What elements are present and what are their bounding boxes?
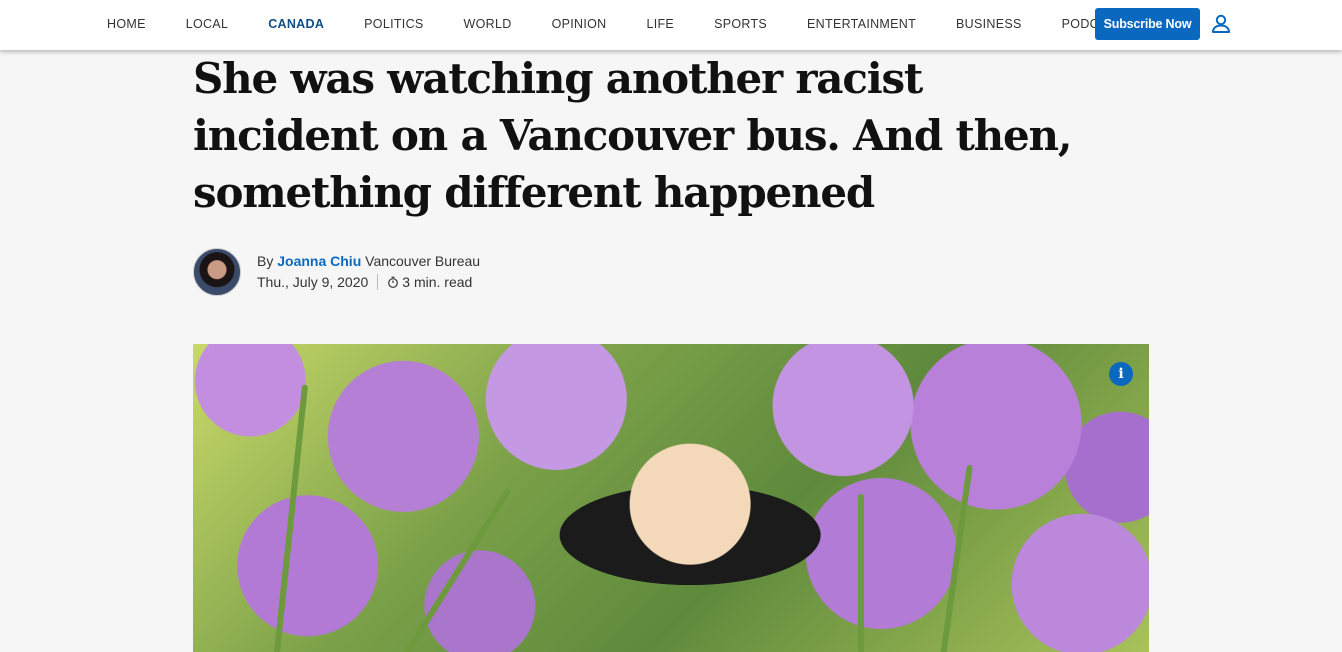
bureau-label: Vancouver Bureau xyxy=(365,253,481,269)
nav-item-business[interactable]: BUSINESS xyxy=(936,17,1042,31)
read-time: 3 min. read xyxy=(402,274,473,290)
author-link[interactable]: Joanna Chiu xyxy=(277,253,361,269)
image-info-button[interactable]: i xyxy=(1109,362,1133,386)
subscribe-button[interactable]: Subscribe Now xyxy=(1095,8,1200,40)
flower-stem xyxy=(400,487,512,652)
nav-item-world[interactable]: WORLD xyxy=(444,17,532,31)
nav-item-canada[interactable]: CANADA xyxy=(248,17,344,31)
flower-stem xyxy=(939,464,973,652)
nav-item-local[interactable]: LOCAL xyxy=(166,17,249,31)
flower-stem xyxy=(273,384,309,652)
article-headline: She was watching another racist incident… xyxy=(193,54,1072,217)
user-icon[interactable] xyxy=(1210,13,1232,35)
hero-image: i xyxy=(193,344,1149,652)
nav-item-life[interactable]: LIFE xyxy=(626,17,694,31)
byline-prefix: By xyxy=(257,253,274,269)
byline-meta-row: Thu., July 9, 2020 3 min. read xyxy=(257,274,472,290)
author-avatar[interactable] xyxy=(193,248,241,296)
top-navigation: HOME LOCAL CANADA POLITICS WORLD OPINION… xyxy=(0,0,1342,50)
meta-divider xyxy=(377,274,379,290)
nav-item-entertainment[interactable]: ENTERTAINMENT xyxy=(787,17,936,31)
nav-item-home[interactable]: HOME xyxy=(87,17,166,31)
nav-item-politics[interactable]: POLITICS xyxy=(344,17,443,31)
stopwatch-icon xyxy=(388,276,399,288)
nav-item-opinion[interactable]: OPINION xyxy=(532,17,627,31)
section-nav: HOME LOCAL CANADA POLITICS WORLD OPINION… xyxy=(87,0,1153,48)
nav-item-sports[interactable]: SPORTS xyxy=(694,17,787,31)
byline-author-row: By Joanna Chiu Vancouver Bureau xyxy=(257,253,480,269)
publish-date: Thu., July 9, 2020 xyxy=(257,274,369,290)
flower-stem xyxy=(858,494,864,652)
